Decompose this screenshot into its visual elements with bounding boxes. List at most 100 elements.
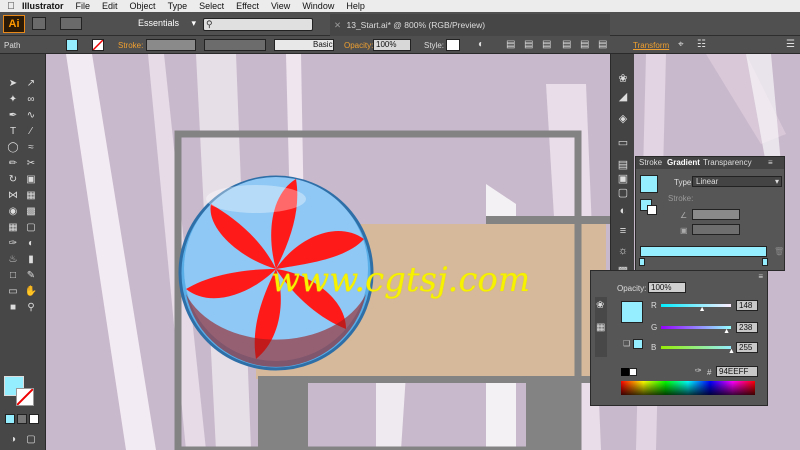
blend-tool-icon[interactable]: ◐ xyxy=(24,238,38,250)
mesh-tool-icon[interactable]: ▦ xyxy=(6,222,20,234)
eyedropper-tool-icon[interactable]: ✑ xyxy=(6,238,20,250)
control-panel-menu-icon[interactable]: ☰ xyxy=(786,39,795,50)
width-tool-icon[interactable]: ⋈ xyxy=(6,190,20,202)
color-guide-icon[interactable]: ◢ xyxy=(616,90,630,104)
align-center-icon[interactable]: ▤ xyxy=(524,39,533,50)
opacity-field[interactable]: 100% xyxy=(373,39,411,51)
color-panel-menu-icon[interactable]: ≡ xyxy=(758,272,763,281)
none-mode-button[interactable] xyxy=(29,414,39,424)
angle-field[interactable] xyxy=(692,209,740,220)
curvature-tool-icon[interactable]: ∿ xyxy=(24,110,38,122)
tab-stroke[interactable]: Stroke xyxy=(639,158,662,167)
layers-icon[interactable]: ◈ xyxy=(616,112,630,126)
slider-thumb-icon[interactable]: ▲ xyxy=(723,328,730,335)
stroke-label[interactable]: Stroke: xyxy=(118,41,143,50)
slider-thumb-icon[interactable]: ▲ xyxy=(728,348,735,355)
black-swatch[interactable] xyxy=(621,368,629,376)
color-opacity-field[interactable]: 100% xyxy=(648,282,686,293)
gradient-stroke-swatch[interactable] xyxy=(647,205,657,215)
lasso-tool-icon[interactable]: ∞ xyxy=(24,94,38,106)
hex-field[interactable]: 94EEFF xyxy=(716,366,758,377)
symbol-sprayer-tool-icon[interactable]: ♨ xyxy=(6,254,20,266)
trash-icon[interactable]: 🗑 xyxy=(774,247,784,256)
color-palette-icon[interactable]: ❀ xyxy=(596,300,604,311)
stroke-weight-field[interactable] xyxy=(146,39,196,51)
channel-value-field[interactable]: 255 xyxy=(736,342,758,353)
scissors-tool-icon[interactable]: ✂ xyxy=(24,158,38,170)
document-tab[interactable]: ✕ 13_Start.ai* @ 800% (RGB/Preview) xyxy=(330,14,610,36)
options-icon[interactable]: ☷ xyxy=(697,39,706,50)
gradient-slider[interactable] xyxy=(640,246,767,257)
channel-value-field[interactable]: 238 xyxy=(736,322,758,333)
type-tool-icon[interactable]: T xyxy=(6,126,20,138)
scale-tool-icon[interactable]: ▣ xyxy=(24,174,38,186)
screen-mode-icon[interactable]: ▢ xyxy=(24,434,38,446)
graph-tool-icon[interactable]: ▮ xyxy=(24,254,38,266)
close-icon[interactable]: ✕ xyxy=(334,20,341,30)
menu-edit[interactable]: Edit xyxy=(102,1,118,11)
apple-icon[interactable]:  xyxy=(0,1,22,12)
gradient-stop-left[interactable] xyxy=(639,258,645,266)
align-top-icon[interactable]: ▤ xyxy=(562,39,571,50)
pathfinder-icon[interactable]: ▣ xyxy=(616,172,630,186)
brush-definition[interactable]: Basic xyxy=(274,39,334,51)
menu-view[interactable]: View xyxy=(271,1,290,11)
paintbrush-tool-icon[interactable]: ≈ xyxy=(24,142,38,154)
align-left-icon[interactable]: ▤ xyxy=(506,39,515,50)
recolor-icon[interactable]: ◐ xyxy=(478,39,484,50)
rotate-tool-icon[interactable]: ↻ xyxy=(6,174,20,186)
ellipse-tool-icon[interactable]: ◯ xyxy=(6,142,20,154)
channel-slider[interactable] xyxy=(661,326,731,329)
artboard-tool-icon[interactable]: □ xyxy=(6,270,20,282)
panel-menu-icon[interactable]: ≡ xyxy=(768,158,773,167)
artboards-icon[interactable]: ▭ xyxy=(616,136,630,150)
gradient-mode-button[interactable] xyxy=(17,414,27,424)
eraser-tool-icon[interactable]: ▭ xyxy=(6,286,20,298)
free-transform-tool-icon[interactable]: ▦ xyxy=(24,190,38,202)
arrange-documents-icon[interactable] xyxy=(60,17,82,30)
tab-transparency[interactable]: Transparency xyxy=(703,158,752,167)
perspective-grid-tool-icon[interactable]: ▩ xyxy=(24,206,38,218)
stroke-icon[interactable]: ≡ xyxy=(616,224,630,238)
stroke-swatch[interactable] xyxy=(92,39,104,51)
channel-slider[interactable] xyxy=(661,346,731,349)
gradient-icon[interactable]: ▢ xyxy=(616,186,630,200)
menu-effect[interactable]: Effect xyxy=(236,1,259,11)
swatch-grid-icon[interactable]: ▦ xyxy=(596,322,605,333)
color-spectrum-bar[interactable] xyxy=(621,381,755,395)
transform-link[interactable]: Transform xyxy=(633,41,669,50)
slider-thumb-icon[interactable]: ▲ xyxy=(699,306,706,313)
fill-swatch[interactable] xyxy=(66,39,78,51)
workspace-switcher[interactable]: Essentials ▾ xyxy=(138,18,198,31)
align-icon[interactable]: ▤ xyxy=(616,158,630,172)
menu-type[interactable]: Type xyxy=(168,1,188,11)
pen-tool-icon[interactable]: ✒ xyxy=(6,110,20,122)
slice-select-tool-icon[interactable]: ■ xyxy=(6,302,20,314)
selection-tool-icon[interactable]: ➤ xyxy=(6,78,20,90)
help-search-input[interactable]: ⚲ xyxy=(203,18,313,31)
menu-window[interactable]: Window xyxy=(302,1,334,11)
menu-help[interactable]: Help xyxy=(346,1,365,11)
align-bottom-icon[interactable]: ▤ xyxy=(598,39,607,50)
gradient-stop-right[interactable] xyxy=(762,258,768,266)
menu-file[interactable]: File xyxy=(76,1,91,11)
menu-object[interactable]: Object xyxy=(130,1,156,11)
isolate-icon[interactable]: ⌖ xyxy=(678,39,684,50)
align-right-icon[interactable]: ▤ xyxy=(542,39,551,50)
magic-wand-tool-icon[interactable]: ✦ xyxy=(6,94,20,106)
draw-normal-icon[interactable]: ◑ xyxy=(6,434,20,446)
current-color-swatch[interactable] xyxy=(621,301,643,323)
variable-width-profile[interactable] xyxy=(204,39,266,51)
pencil-tool-icon[interactable]: ✏ xyxy=(6,158,20,170)
app-name-menu[interactable]: Illustrator xyxy=(22,1,64,11)
align-middle-icon[interactable]: ▤ xyxy=(580,39,589,50)
transparency-icon[interactable]: ◐ xyxy=(616,204,630,218)
gradient-tool-icon[interactable]: ▢ xyxy=(24,222,38,234)
opacity-label[interactable]: Opacity: xyxy=(344,41,373,50)
channel-slider[interactable] xyxy=(661,304,731,307)
shape-builder-tool-icon[interactable]: ◉ xyxy=(6,206,20,218)
gradient-type-select[interactable]: Linear ▾ xyxy=(692,176,782,187)
bridge-icon[interactable] xyxy=(32,17,46,30)
white-swatch[interactable] xyxy=(629,368,637,376)
line-tool-icon[interactable]: ⁄ xyxy=(24,126,38,138)
